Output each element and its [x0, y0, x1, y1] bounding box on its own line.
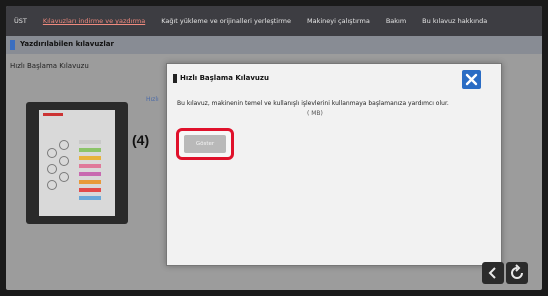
manual-thumbnail[interactable]: [26, 102, 128, 224]
close-button[interactable]: [462, 70, 481, 89]
file-size-hint: ( MB): [307, 110, 323, 117]
back-arrow-icon: [488, 267, 496, 279]
tab-download-print-manuals[interactable]: Kılavuzları indirme ve yazdırma: [35, 17, 153, 25]
open-button-highlight: Göster: [176, 128, 234, 160]
refresh-icon: [511, 264, 523, 279]
manual-cover-image: [39, 110, 115, 216]
touch-screen: ÜST Kılavuzları indirme ve yazdırma Kağı…: [6, 6, 542, 290]
open-button[interactable]: Göster: [184, 135, 226, 153]
quick-start-dialog: Hızlı Başlama Kılavuzu Bu kılavuz, makin…: [166, 63, 502, 266]
dialog-title: Hızlı Başlama Kılavuzu: [180, 74, 269, 82]
top-navigation: ÜST Kılavuzları indirme ve yazdırma Kağı…: [6, 6, 542, 36]
tab-maintenance[interactable]: Bakım: [378, 17, 414, 25]
refresh-button[interactable]: [506, 262, 528, 284]
manual-link[interactable]: Hızlı: [146, 96, 159, 103]
tab-operating-machine[interactable]: Makineyi çalıştırma: [299, 17, 378, 25]
tab-top[interactable]: ÜST: [6, 17, 35, 25]
dialog-message: Bu kılavuz, makinenin temel ve kullanışl…: [177, 100, 449, 107]
tab-about-manual[interactable]: Bu kılavuz hakkında: [414, 17, 495, 25]
section-title: Yazdırılabilen kılavuzlar: [20, 40, 114, 48]
dialog-title-marker: [173, 74, 177, 83]
tab-loading-paper[interactable]: Kağıt yükleme ve orijinalleri yerleştirm…: [153, 17, 299, 25]
section-marker: [10, 40, 15, 50]
close-icon: [465, 73, 478, 86]
section-header: Yazdırılabilen kılavuzlar: [6, 36, 542, 54]
step-callout: (4): [132, 132, 150, 148]
manual-item-label: Hızlı Başlama Kılavuzu: [10, 62, 89, 70]
back-button[interactable]: [482, 262, 504, 284]
